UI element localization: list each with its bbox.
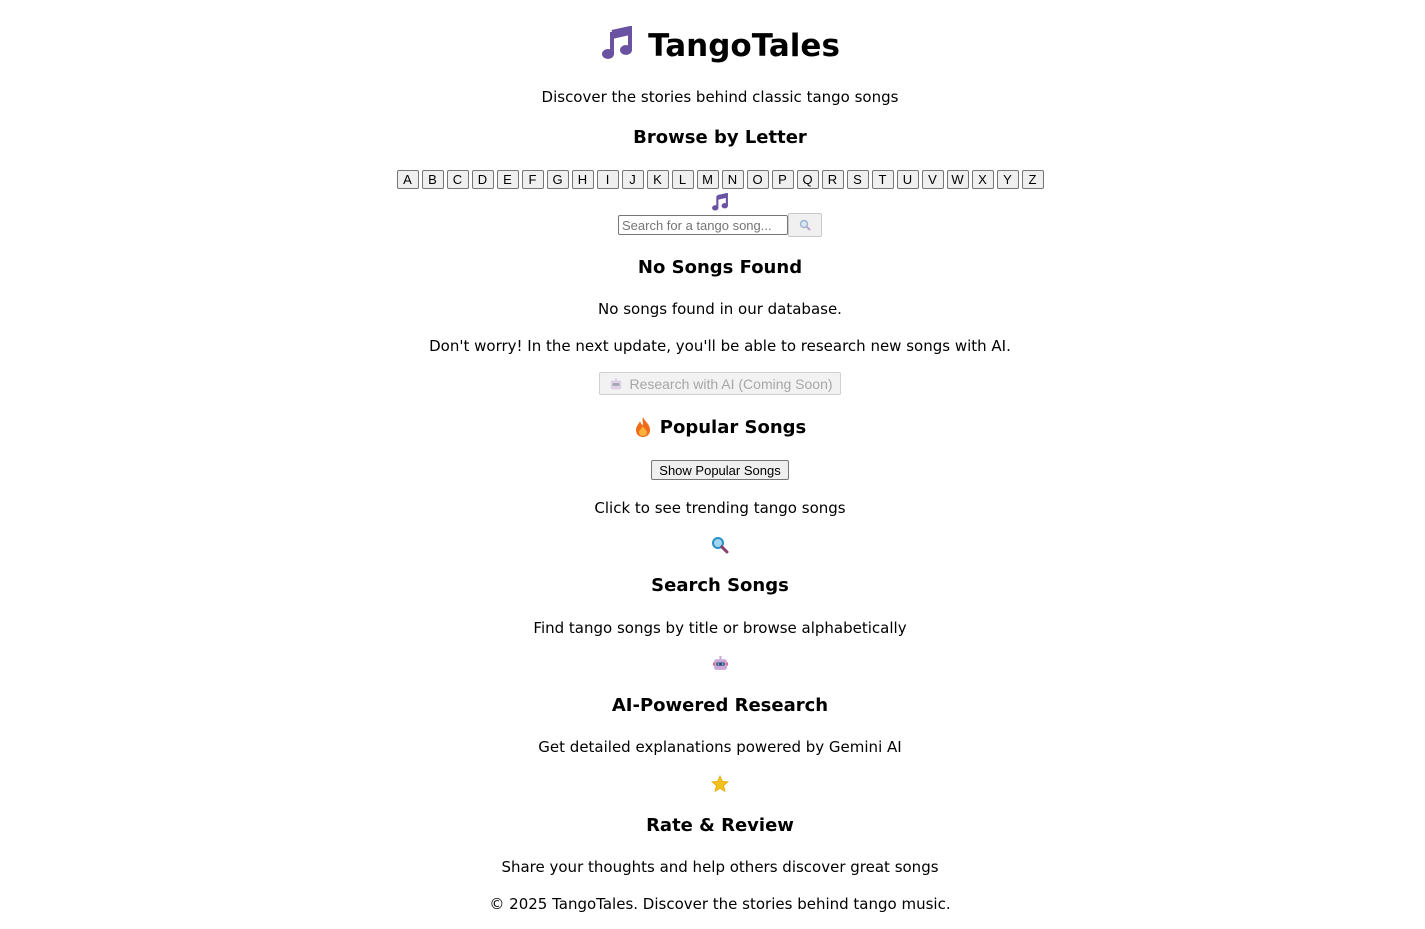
letter-button-z[interactable]: Z bbox=[1021, 170, 1044, 189]
feature-icon-row bbox=[0, 655, 1425, 672]
letter-button-e[interactable]: E bbox=[496, 170, 519, 189]
magnifier-icon bbox=[799, 219, 811, 231]
search-bar bbox=[0, 213, 1425, 237]
letter-button-y[interactable]: Y bbox=[996, 170, 1019, 189]
search-input[interactable] bbox=[618, 215, 788, 235]
magnifier-icon bbox=[712, 537, 729, 554]
music-note-icon bbox=[0, 192, 1425, 215]
letter-button-b[interactable]: B bbox=[421, 170, 444, 189]
footer-text: © 2025 TangoTales. Discover the stories … bbox=[489, 895, 951, 913]
letter-button-d[interactable]: D bbox=[471, 170, 494, 189]
feature-heading: Search Songs bbox=[651, 575, 789, 596]
letter-button-h[interactable]: H bbox=[571, 170, 594, 189]
feature-icon-row bbox=[0, 775, 1425, 793]
search-button[interactable] bbox=[788, 213, 822, 237]
letter-button-u[interactable]: U bbox=[896, 170, 919, 189]
letter-button-k[interactable]: K bbox=[646, 170, 669, 189]
letter-button-n[interactable]: N bbox=[721, 170, 744, 189]
letter-button-s[interactable]: S bbox=[846, 170, 869, 189]
research-row: Research with AI (Coming Soon) bbox=[0, 372, 1425, 395]
letter-button-o[interactable]: O bbox=[746, 170, 769, 189]
feature-text: Get detailed explanations powered by Gem… bbox=[538, 738, 902, 756]
results-note: Don't worry! In the next update, you'll … bbox=[429, 337, 1011, 355]
letter-button-j[interactable]: J bbox=[621, 170, 644, 189]
feature-text: Share your thoughts and help others disc… bbox=[501, 858, 939, 876]
popular-heading-label: Popular Songs bbox=[659, 416, 807, 438]
letter-button-i[interactable]: I bbox=[596, 170, 619, 189]
feature-heading: Rate & Review bbox=[646, 815, 794, 836]
feature-heading: AI-Powered Research bbox=[611, 695, 829, 716]
research-ai-label: Research with AI (Coming Soon) bbox=[629, 375, 833, 392]
robot-icon bbox=[611, 377, 622, 389]
letter-button-g[interactable]: G bbox=[546, 170, 569, 189]
feature-icon-row bbox=[0, 536, 1425, 554]
popular-heading: Popular Songs bbox=[0, 416, 1425, 438]
letter-button-f[interactable]: F bbox=[521, 170, 544, 189]
app-header: TangoTales bbox=[0, 25, 1425, 66]
results-message: No songs found in our database. bbox=[598, 300, 842, 318]
popular-row: Show Popular Songs bbox=[0, 460, 1425, 480]
app-title: TangoTales bbox=[648, 28, 840, 64]
letter-button-t[interactable]: T bbox=[871, 170, 894, 189]
tagline: Discover the stories behind classic tang… bbox=[541, 88, 899, 106]
letter-button-c[interactable]: C bbox=[446, 170, 469, 189]
letter-button-w[interactable]: W bbox=[946, 170, 969, 189]
letter-nav: ABCDEFGHIJKLMNOPQRSTUVWXYZ bbox=[0, 170, 1425, 190]
show-popular-button[interactable]: Show Popular Songs bbox=[651, 460, 789, 480]
feature-text: Find tango songs by title or browse alph… bbox=[533, 619, 907, 637]
browse-heading: Browse by Letter bbox=[633, 127, 807, 148]
flame-icon bbox=[635, 417, 650, 437]
letter-button-r[interactable]: R bbox=[821, 170, 844, 189]
letter-button-l[interactable]: L bbox=[671, 170, 694, 189]
letter-button-p[interactable]: P bbox=[771, 170, 794, 189]
popular-caption: Click to see trending tango songs bbox=[594, 499, 846, 517]
results-heading: No Songs Found bbox=[637, 257, 803, 278]
robot-icon bbox=[712, 656, 728, 670]
research-ai-button[interactable]: Research with AI (Coming Soon) bbox=[599, 372, 841, 395]
letter-button-a[interactable]: A bbox=[396, 170, 419, 189]
letter-button-v[interactable]: V bbox=[921, 170, 944, 189]
star-icon bbox=[711, 775, 729, 793]
music-note-icon bbox=[600, 25, 634, 66]
letter-button-q[interactable]: Q bbox=[796, 170, 819, 189]
letter-button-m[interactable]: M bbox=[696, 170, 719, 189]
letter-button-x[interactable]: X bbox=[971, 170, 994, 189]
